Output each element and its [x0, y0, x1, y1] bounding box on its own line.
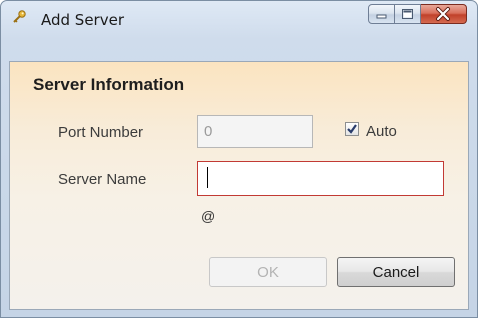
section-title: Server Information	[33, 75, 185, 94]
auto-checkbox[interactable]	[345, 122, 359, 136]
port-number-label: Port Number	[58, 124, 144, 141]
minimize-button[interactable]	[368, 4, 395, 24]
key-icon	[11, 9, 27, 25]
window-controls	[368, 4, 467, 24]
server-name-input[interactable]	[197, 161, 444, 196]
server-name-hint: @	[201, 208, 216, 224]
add-server-window: Add Server Server Information Port Numbe…	[0, 0, 478, 318]
server-name-label: Server Name	[58, 171, 147, 188]
checkmark-icon	[347, 124, 357, 134]
port-number-input[interactable]	[197, 115, 313, 148]
auto-label: Auto	[366, 123, 397, 140]
title-bar[interactable]: Add Server	[1, 1, 477, 35]
maximize-button[interactable]	[395, 4, 421, 24]
text-caret	[207, 167, 208, 188]
ok-button[interactable]: OK	[209, 257, 327, 287]
cancel-button[interactable]: Cancel	[337, 257, 455, 287]
close-button[interactable]	[421, 4, 467, 24]
window-title: Add Server	[41, 11, 124, 29]
